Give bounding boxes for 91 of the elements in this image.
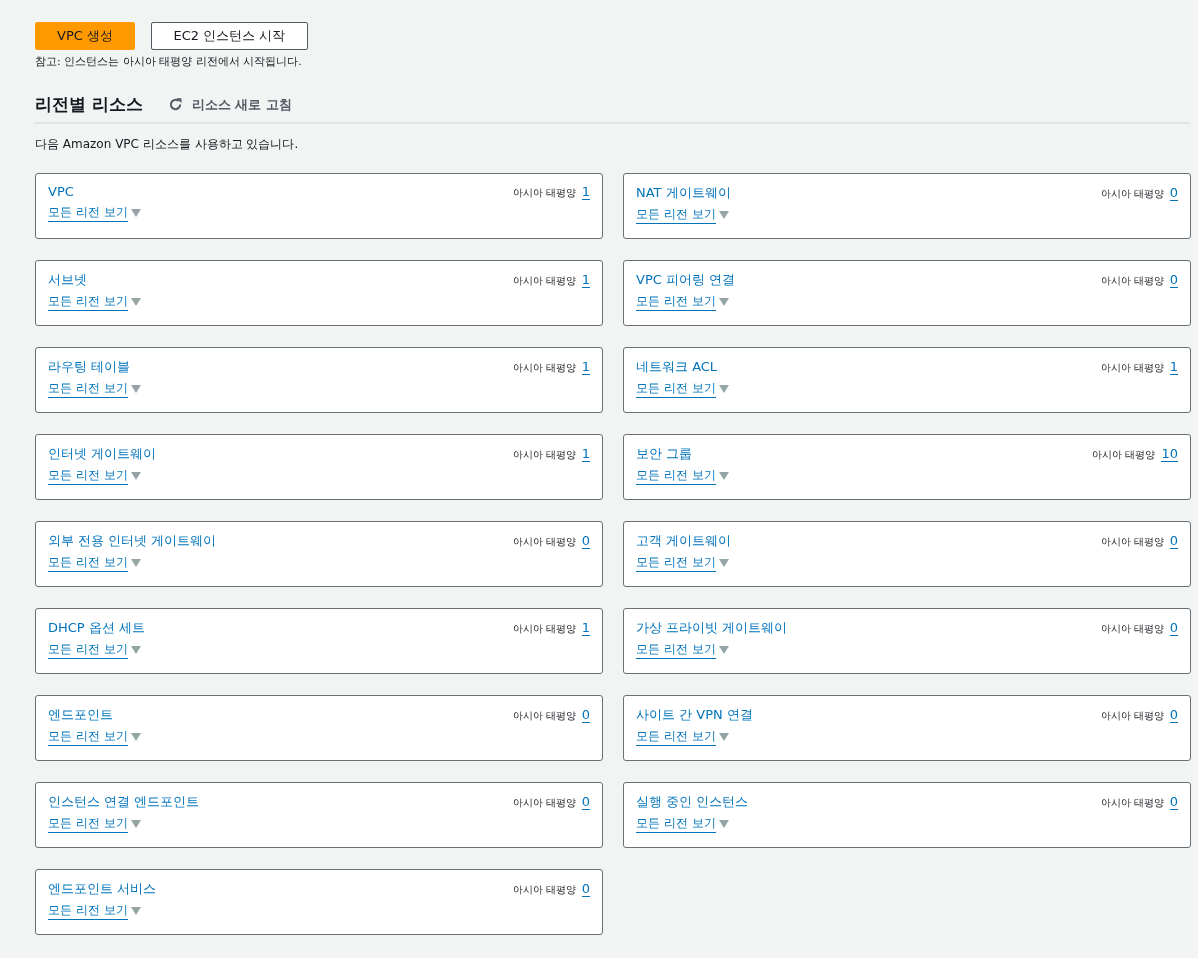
count-link[interactable]: 1: [1169, 359, 1178, 375]
resource-name: 사이트 간 VPN 연결: [636, 706, 754, 724]
count-link[interactable]: 0: [1169, 620, 1178, 636]
resource-name: VPC 피어링 연결: [636, 271, 737, 289]
caret-icon: [718, 385, 729, 393]
all-regions-link[interactable]: 모든 리전 보기: [48, 293, 128, 311]
count-link[interactable]: 1: [581, 359, 590, 375]
count-link[interactable]: 1: [581, 272, 590, 288]
resource-name: 네트워크 ACL: [636, 358, 719, 376]
region-label: 아시아 태평양: [1092, 448, 1156, 462]
region-label: 아시아 태평양: [512, 622, 576, 636]
resource-name: 엔드포인트: [48, 706, 114, 724]
all-regions-link[interactable]: 모든 리전 보기: [48, 815, 128, 833]
all-regions-link[interactable]: 모든 리전 보기: [636, 467, 716, 485]
resource-name: VPC: [48, 184, 75, 199]
resource-name: 고객 게이트웨이: [636, 532, 733, 550]
region-label: 아시아 태평양: [1100, 187, 1164, 201]
count-link[interactable]: 0: [1169, 533, 1178, 549]
region-label: 아시아 태평양: [1100, 622, 1164, 636]
region-label: 아시아 태평양: [1100, 796, 1164, 810]
all-regions-link[interactable]: 모든 리전 보기: [636, 554, 716, 572]
description-text: 다음 Amazon VPC 리소스를 사용하고 있습니다.: [35, 136, 300, 153]
caret-icon: [130, 385, 141, 393]
caret-icon: [718, 472, 729, 480]
count-link[interactable]: 1: [581, 620, 590, 636]
region-label: 아시아 태평양: [512, 535, 576, 549]
caret-icon: [130, 559, 141, 567]
count-link[interactable]: 0: [1169, 794, 1178, 810]
resource-name: NAT 게이트웨이: [636, 184, 732, 202]
section-title: 리전별 리소스: [35, 93, 143, 116]
region-label: 아시아 태평양: [512, 883, 576, 897]
region-label: 아시아 태평양: [1100, 274, 1164, 288]
count-link[interactable]: 1: [581, 184, 590, 200]
count-link[interactable]: 10: [1161, 446, 1178, 462]
caret-icon: [130, 209, 141, 217]
all-regions-link[interactable]: 모든 리전 보기: [48, 728, 128, 746]
all-regions-link[interactable]: 모든 리전 보기: [48, 467, 128, 485]
resource-name: 인스턴스 연결 엔드포인트: [48, 793, 201, 811]
resource-name: 가상 프라이빗 게이트웨이: [636, 619, 789, 637]
count-link[interactable]: 0: [581, 533, 590, 549]
count-link[interactable]: 0: [581, 794, 590, 810]
caret-icon: [718, 733, 729, 741]
region-label: 아시아 태평양: [512, 709, 576, 723]
refresh-button[interactable]: 리소스 새로 고침: [166, 95, 292, 114]
resource-name: 실행 중인 인스턴스: [636, 793, 750, 811]
caret-icon: [130, 472, 141, 480]
count-link[interactable]: 0: [1169, 272, 1178, 288]
action-button[interactable]: VPC 생성: [35, 22, 135, 50]
resource-name: DHCP 옵션 세트: [48, 619, 146, 637]
resource-name: 엔드포인트 서비스: [48, 880, 158, 898]
all-regions-link[interactable]: 모든 리전 보기: [48, 641, 128, 659]
resource-name: 인터넷 게이트웨이: [48, 445, 158, 463]
all-regions-link[interactable]: 모든 리전 보기: [48, 380, 128, 398]
count-link[interactable]: 0: [581, 881, 590, 897]
resource-name: 서브넷: [48, 271, 88, 289]
caret-icon: [718, 559, 729, 567]
region-label: 아시아 태평양: [1100, 361, 1164, 375]
caret-icon: [130, 907, 141, 915]
region-label: 아시아 태평양: [512, 448, 576, 462]
all-regions-link[interactable]: 모든 리전 보기: [636, 728, 716, 746]
caret-icon: [130, 298, 141, 306]
all-regions-link[interactable]: 모든 리전 보기: [48, 204, 128, 222]
count-link[interactable]: 0: [1169, 707, 1178, 723]
all-regions-link[interactable]: 모든 리전 보기: [48, 902, 128, 920]
all-regions-link[interactable]: 모든 리전 보기: [636, 293, 716, 311]
all-regions-link[interactable]: 모든 리전 보기: [636, 641, 716, 659]
count-link[interactable]: 1: [581, 446, 590, 462]
caret-icon: [718, 646, 729, 654]
resource-name: 외부 전용 인터넷 게이트웨이: [48, 532, 218, 550]
region-label: 아시아 태평양: [1100, 535, 1164, 549]
caret-icon: [130, 733, 141, 741]
all-regions-link[interactable]: 모든 리전 보기: [636, 380, 716, 398]
all-regions-link[interactable]: 모든 리전 보기: [636, 815, 716, 833]
count-link[interactable]: 0: [1169, 185, 1178, 201]
resource-name: 라우팅 테이블: [48, 358, 132, 376]
caret-icon: [130, 820, 141, 828]
region-label: 아시아 태평양: [512, 186, 576, 200]
region-label: 아시아 태평양: [512, 274, 576, 288]
caret-icon: [718, 211, 729, 219]
count-link[interactable]: 0: [581, 707, 590, 723]
caret-icon: [130, 646, 141, 654]
all-regions-link[interactable]: 모든 리전 보기: [636, 206, 716, 224]
caret-icon: [718, 820, 729, 828]
action-button[interactable]: EC2 인스턴스 시작: [151, 22, 308, 50]
resource-name: 보안 그룹: [636, 445, 694, 463]
note-text: 참고: 인스턴스는 아시아 태평양 리전에서 시작됩니다.: [35, 54, 303, 69]
region-label: 아시아 태평양: [512, 796, 576, 810]
region-label: 아시아 태평양: [1100, 709, 1164, 723]
all-regions-link[interactable]: 모든 리전 보기: [48, 554, 128, 572]
caret-icon: [718, 298, 729, 306]
region-label: 아시아 태평양: [512, 361, 576, 375]
